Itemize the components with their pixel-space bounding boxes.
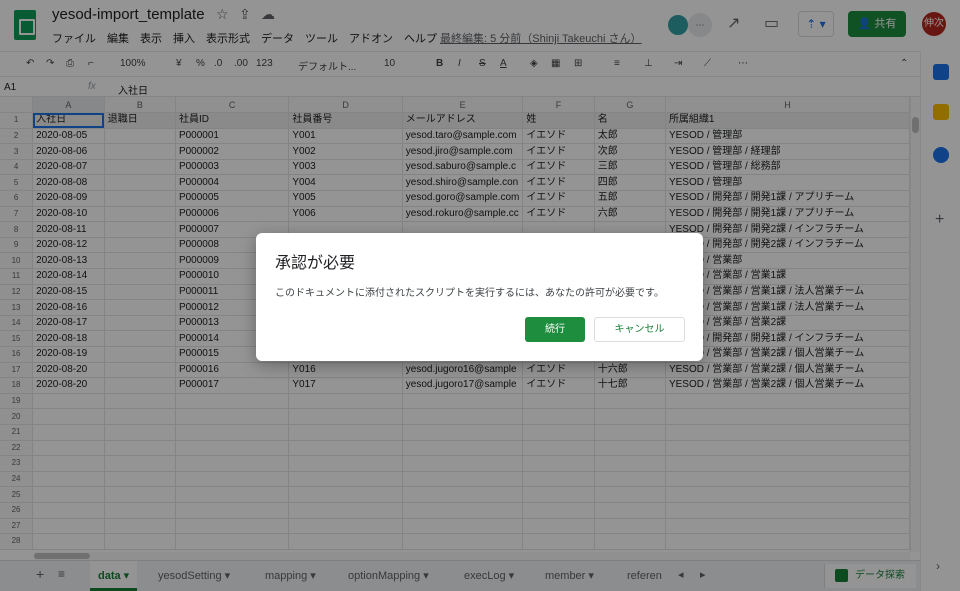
cancel-button[interactable]: キャンセル [594,317,685,342]
authorization-dialog: 承認が必要 このドキュメントに添付されたスクリプトを実行するには、あなたの許可が… [256,233,703,361]
dialog-message: このドキュメントに添付されたスクリプトを実行するには、あなたの許可が必要です。 [275,288,664,299]
continue-button[interactable]: 続行 [525,317,585,342]
dialog-title: 承認が必要 [275,255,356,272]
